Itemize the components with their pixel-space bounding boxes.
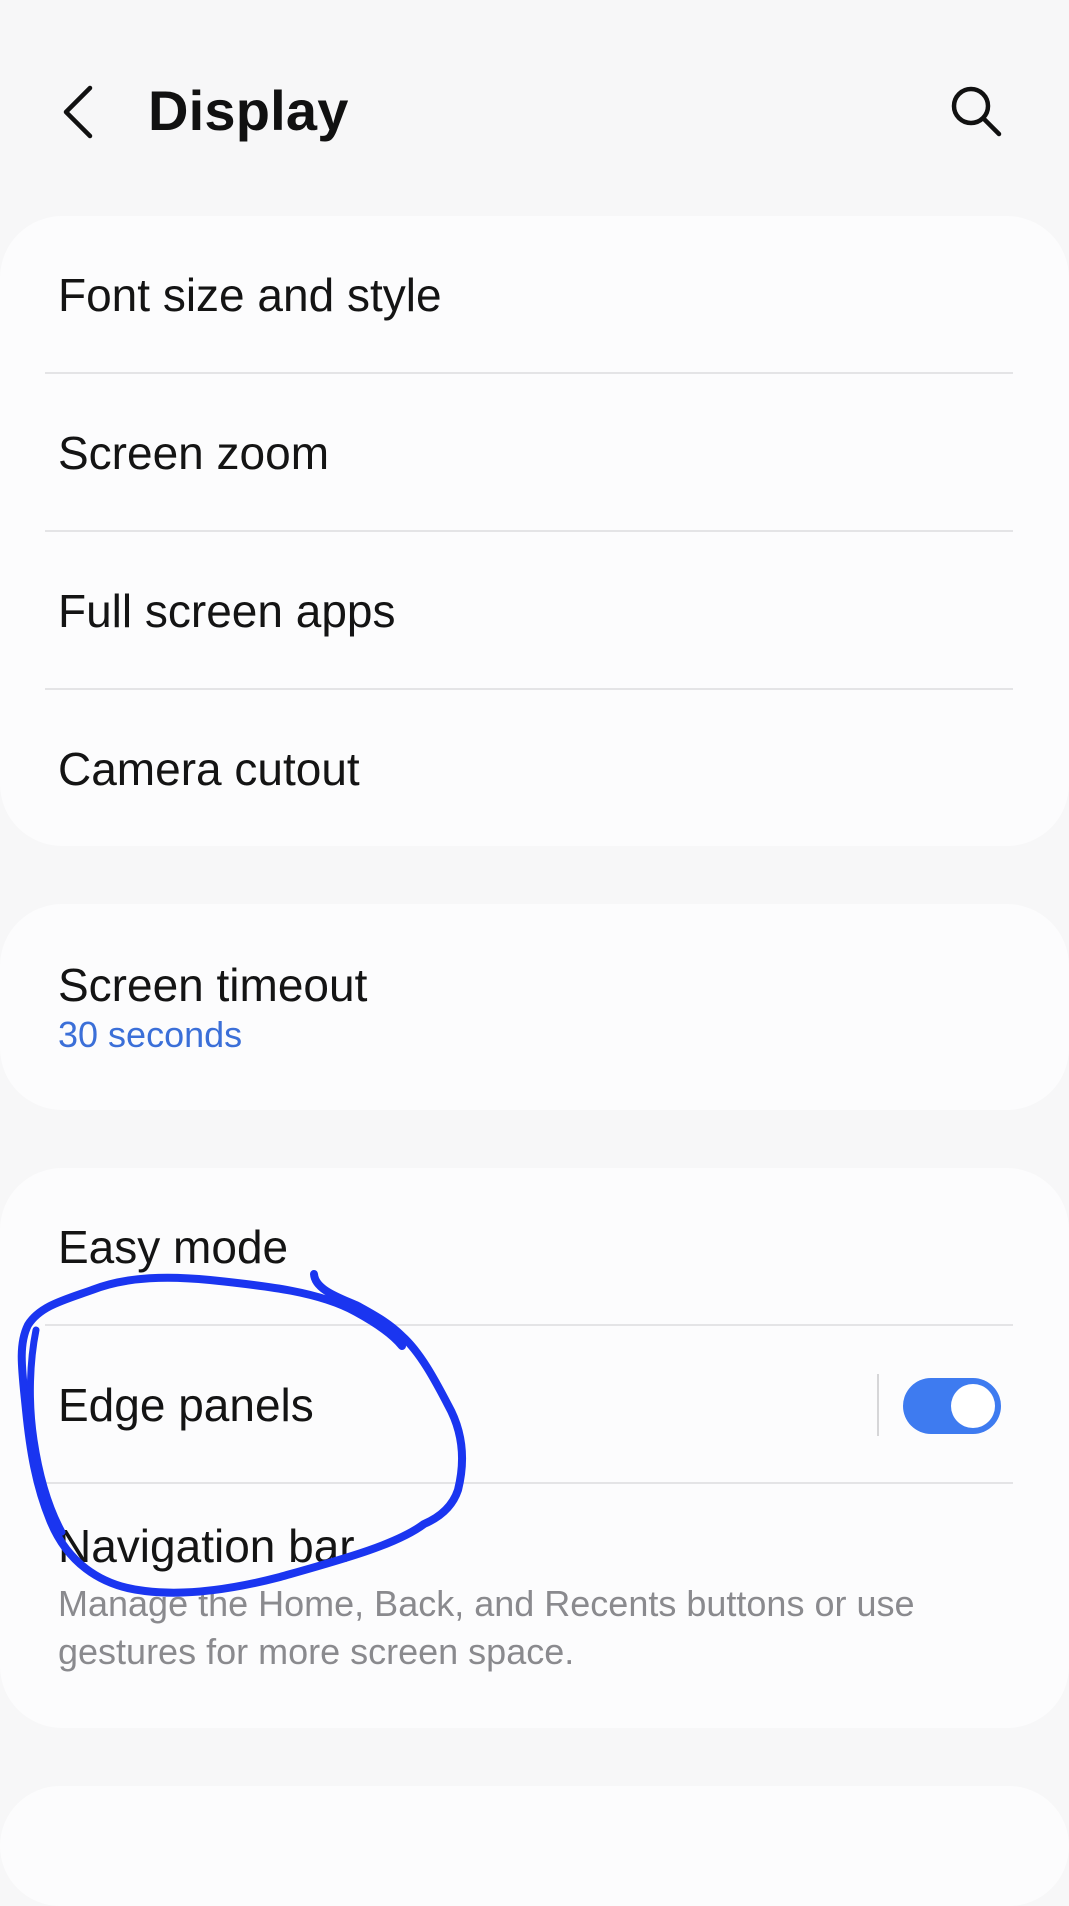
- display-settings-group-1: Font size and style Screen zoom Full scr…: [0, 216, 1069, 846]
- toggle-knob: [951, 1384, 995, 1428]
- setting-label: Camera cutout: [58, 743, 360, 795]
- search-icon: [951, 86, 1002, 137]
- app-bar: Display: [0, 0, 1069, 210]
- display-settings-group-3: Easy mode Edge panels Navigation bar Man…: [0, 1168, 1069, 1728]
- setting-label: Full screen apps: [58, 585, 396, 637]
- setting-font-size-and-style[interactable]: Font size and style: [0, 216, 1069, 374]
- display-settings-group-2: Screen timeout 30 seconds: [0, 904, 1069, 1110]
- setting-label: Navigation bar: [58, 1520, 355, 1572]
- setting-edge-panels[interactable]: Edge panels: [0, 1326, 1069, 1484]
- setting-description: Manage the Home, Back, and Recents butto…: [58, 1583, 915, 1672]
- setting-navigation-bar[interactable]: Navigation bar Manage the Home, Back, an…: [0, 1484, 1069, 1676]
- chevron-left-icon: [63, 85, 93, 139]
- setting-easy-mode[interactable]: Easy mode: [0, 1168, 1069, 1326]
- setting-label: Edge panels: [58, 1379, 314, 1431]
- setting-label: Screen zoom: [58, 427, 330, 479]
- setting-value: 30 seconds: [58, 1014, 243, 1055]
- setting-camera-cutout[interactable]: Camera cutout: [0, 690, 1069, 846]
- back-button[interactable]: [48, 72, 108, 152]
- page-title: Display: [148, 79, 349, 142]
- setting-screen-timeout[interactable]: Screen timeout 30 seconds: [0, 904, 1069, 1110]
- setting-label: Screen timeout: [58, 959, 368, 1011]
- setting-screen-zoom[interactable]: Screen zoom: [0, 374, 1069, 532]
- display-settings-group-4: [0, 1786, 1069, 1906]
- search-button[interactable]: [941, 76, 1011, 146]
- edge-panels-toggle[interactable]: [903, 1378, 1001, 1434]
- setting-label: Font size and style: [58, 269, 442, 321]
- setting-label: Easy mode: [58, 1221, 289, 1273]
- setting-full-screen-apps[interactable]: Full screen apps: [0, 532, 1069, 690]
- toggle-separator: [877, 1374, 879, 1436]
